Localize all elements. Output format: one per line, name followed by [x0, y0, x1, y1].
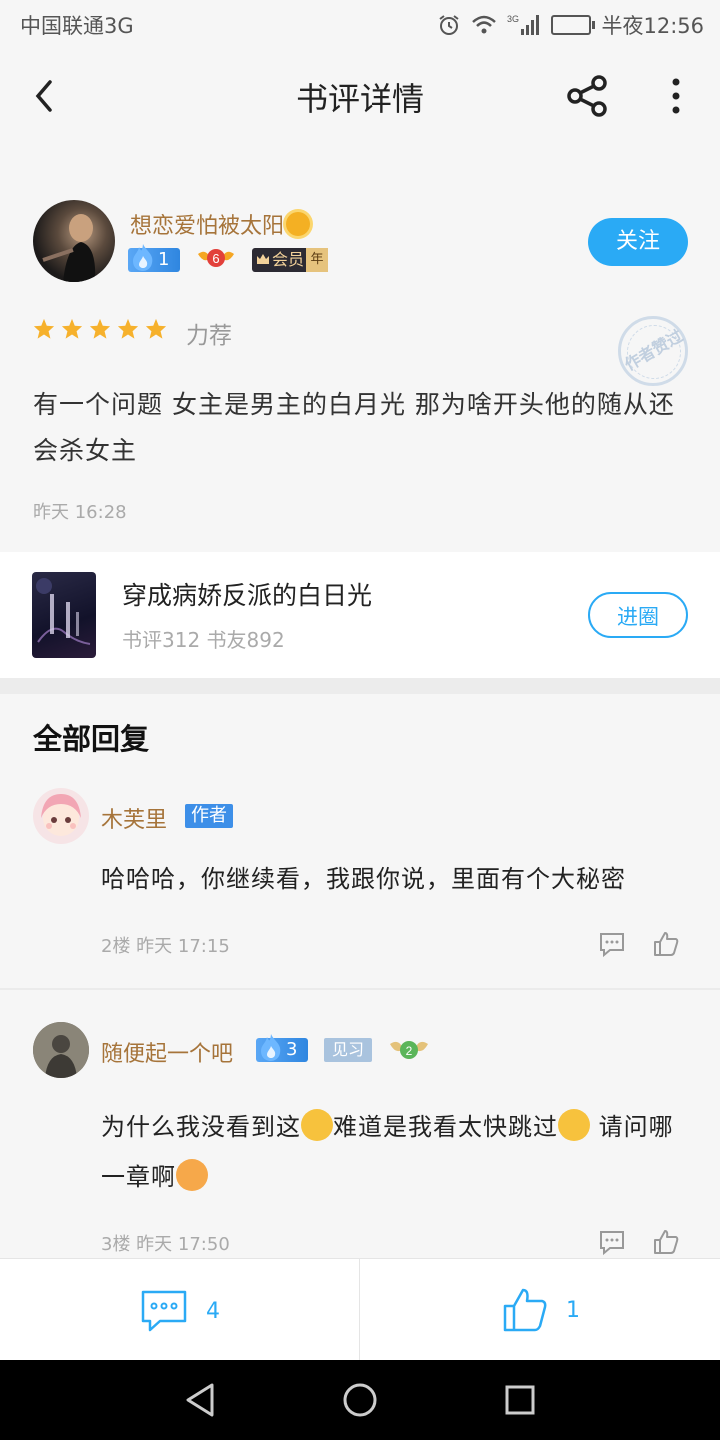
more-options-button[interactable]	[660, 74, 692, 118]
wing-badge-icon: 6	[198, 249, 234, 267]
svg-text:3G: 3G	[507, 14, 519, 24]
section-divider	[0, 678, 720, 694]
shy-face-emoji-icon	[176, 1159, 208, 1191]
comment-avatar[interactable]	[33, 1022, 89, 1078]
review-timestamp: 昨天 16:28	[33, 502, 127, 523]
book-cover	[32, 572, 96, 658]
rating-label: 力荐	[186, 323, 232, 349]
reviewer-avatar[interactable]	[33, 200, 115, 282]
system-nav-bar	[0, 1360, 720, 1440]
carrier-label: 中国联通3G	[20, 14, 134, 38]
star-icon	[117, 318, 139, 339]
trainee-tag: 见习	[324, 1038, 372, 1062]
avatar-image	[33, 1022, 89, 1078]
comment-icon	[141, 1290, 187, 1332]
comment-count: 4	[206, 1298, 220, 1324]
vip-label: 会员	[272, 250, 305, 269]
star-icon	[145, 318, 167, 339]
laughing-tears-emoji-icon	[558, 1109, 590, 1141]
svg-text:6: 6	[212, 251, 219, 266]
crown-icon	[257, 254, 269, 264]
signal-icon: 3G	[507, 14, 540, 35]
nav-home-icon[interactable]	[342, 1382, 378, 1418]
battery-icon	[551, 15, 596, 35]
svg-text:2: 2	[406, 1044, 413, 1058]
thumbs-up-icon	[503, 1288, 547, 1332]
all-replies-heading: 全部回复	[33, 722, 150, 756]
comment-meta: 3楼 昨天 17:50	[101, 1234, 230, 1255]
book-stats: 书评312 书友892	[122, 628, 285, 652]
join-circle-button[interactable]: 进圈	[588, 592, 688, 638]
comment-divider	[0, 988, 720, 990]
wing-badge-icon: 2	[390, 1041, 428, 1059]
reviewer-name-text: 想恋爱怕被太阳	[130, 214, 285, 239]
star-icon	[89, 318, 111, 339]
like-count: 1	[566, 1297, 580, 1323]
review-body: 有一个问题 女主是男主的白月光 那为啥开头他的随从还会杀女主	[33, 390, 675, 465]
dizzy-face-emoji-icon	[301, 1109, 333, 1141]
comment-text: 为什么我没看到这 难道是我看太快跳过 请问哪一章啊	[101, 1102, 691, 1202]
share-icon	[567, 75, 607, 117]
comment-avatar[interactable]	[33, 788, 89, 844]
more-vertical-icon	[672, 78, 680, 114]
rank-badge: 2	[388, 1036, 430, 1064]
wifi-icon	[472, 15, 497, 34]
comment-icon	[600, 933, 624, 958]
rating-stars	[33, 318, 167, 340]
reply-button[interactable]	[598, 1228, 626, 1256]
comment-action[interactable]: 4	[140, 1289, 220, 1333]
like-button[interactable]	[652, 930, 680, 958]
status-bar: 中国联通3G 3G 半夜12:56	[0, 0, 720, 48]
share-button[interactable]	[566, 74, 610, 118]
nav-back-icon[interactable]	[184, 1382, 216, 1418]
comment-text-part: 难道是我看太快跳过	[333, 1113, 558, 1141]
book-title[interactable]: 穿成病娇反派的白日光	[122, 576, 372, 612]
fire-level-badge: 3	[256, 1034, 308, 1062]
author-tag: 作者	[185, 804, 233, 828]
book-card[interactable]: 穿成病娇反派的白日光 书评312 书友892 进圈	[0, 552, 720, 678]
reply-button[interactable]	[598, 930, 626, 958]
star-icon	[61, 318, 83, 339]
fire-icon	[261, 1034, 281, 1061]
status-icons: 3G 半夜12:56	[437, 10, 704, 40]
thumbs-up-icon	[654, 932, 679, 956]
comment-text: 哈哈哈，你继续看，我跟你说，里面有个大秘密	[101, 865, 626, 893]
bottom-action-bar: 4 1	[0, 1258, 720, 1361]
comment-icon	[600, 1231, 624, 1256]
fire-level-badge: 1	[128, 244, 180, 272]
top-app-bar: 书评详情	[0, 48, 720, 144]
author-liked-stamp: 作者赞过	[618, 316, 688, 386]
avatar-image	[42, 214, 96, 282]
alarm-icon	[439, 15, 460, 35]
fire-level-value: 3	[286, 1039, 298, 1060]
comment-meta: 2楼 昨天 17:15	[101, 936, 230, 957]
page-title: 书评详情	[295, 80, 424, 118]
commenter-name[interactable]: 木芙里	[101, 802, 167, 834]
commenter-name[interactable]: 随便起一个吧	[101, 1036, 233, 1068]
rank-badge: 6	[196, 244, 236, 274]
like-action[interactable]: 1	[502, 1287, 580, 1333]
sun-emoji-icon	[286, 212, 311, 236]
book-cover-art	[36, 578, 91, 645]
bottom-bar-divider	[359, 1259, 360, 1361]
thumbs-up-icon	[654, 1230, 679, 1254]
follow-button[interactable]: 关注	[588, 218, 688, 266]
star-icon	[33, 318, 55, 339]
fire-level-value: 1	[158, 249, 170, 270]
fire-icon	[133, 244, 153, 271]
vip-year-label: 年	[306, 248, 328, 272]
like-button[interactable]	[652, 1228, 680, 1256]
vip-badge: 会员 年	[252, 248, 328, 272]
comment-text-part: 为什么我没看到这	[101, 1113, 301, 1141]
reviewer-name[interactable]: 想恋爱怕被太阳	[130, 208, 311, 240]
clock-label: 半夜12:56	[601, 14, 704, 38]
nav-recents-icon[interactable]	[504, 1384, 536, 1416]
avatar-image	[41, 794, 81, 836]
